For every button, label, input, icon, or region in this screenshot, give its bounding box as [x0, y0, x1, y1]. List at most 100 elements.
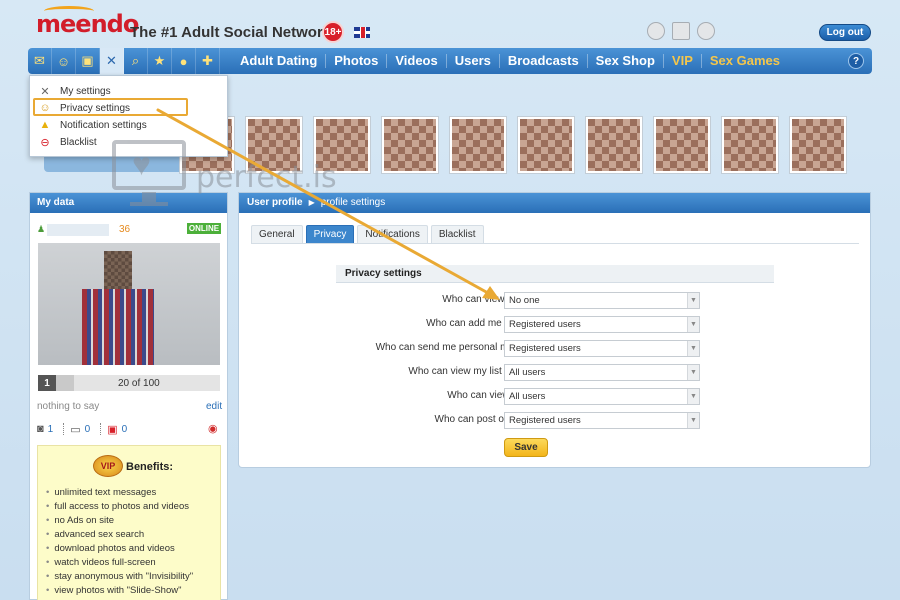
messages-select[interactable]: Registered users ▼: [504, 340, 700, 357]
users-icon[interactable]: ☺: [52, 48, 76, 74]
nav-link-videos[interactable]: Videos: [386, 54, 445, 68]
vip-benefits-box: VIP Benefits: unlimited text messages fu…: [37, 445, 221, 600]
dropdown-item-blacklist[interactable]: ⊖ Blacklist: [38, 134, 96, 150]
videos-count: 0: [84, 423, 91, 435]
gifts-count: 0: [121, 423, 128, 435]
user-thumbnail[interactable]: [382, 117, 438, 173]
stat-separator: [63, 423, 65, 435]
benefit-item: full access to photos and videos: [46, 500, 193, 514]
stat-separator: [100, 423, 102, 435]
nav-icon-group: ✉ ☺ ▣ ✕ ⌕ ★ ● ✚: [28, 48, 220, 74]
view-wall-select[interactable]: All users ▼: [504, 388, 700, 405]
blacklist-icon: ⊖: [40, 136, 50, 149]
user-thumbnail[interactable]: [450, 117, 506, 173]
user-thumbnail[interactable]: [518, 117, 574, 173]
watermark-text: perfect.is: [196, 160, 337, 195]
privacy-row-view-wall: Who can view my wall?: All users ▼: [299, 388, 700, 405]
select-value: Registered users: [509, 415, 581, 426]
nav-link-sex-shop[interactable]: Sex Shop: [586, 54, 663, 68]
friends-list-select[interactable]: All users ▼: [504, 364, 700, 381]
media-stats-row: ◙ 1 ▭ 0 ▣ 0: [37, 422, 221, 436]
benefits-list: unlimited text messages full access to p…: [46, 486, 193, 598]
uk-flag-icon[interactable]: [354, 27, 370, 38]
save-button[interactable]: Save: [504, 438, 548, 457]
heart-icon: ♥: [132, 146, 151, 182]
present-icon[interactable]: ✚: [196, 48, 220, 74]
benefit-item: unlimited text messages: [46, 486, 193, 500]
site-logo[interactable]: meendo: [36, 10, 139, 38]
skull-icon[interactable]: [647, 22, 665, 40]
post-wall-select[interactable]: Registered users ▼: [504, 412, 700, 429]
nav-link-users[interactable]: Users: [445, 54, 499, 68]
gift-icon[interactable]: ▣: [76, 48, 100, 74]
section-title: Privacy settings: [336, 265, 774, 283]
nav-link-broadcasts[interactable]: Broadcasts: [498, 54, 587, 68]
chevron-down-icon: ▼: [687, 341, 699, 356]
monitor-base: [130, 202, 168, 206]
profile-photo[interactable]: [38, 243, 220, 365]
privacy-row-messages: Who can send me personal messages?: Regi…: [299, 340, 700, 357]
tab-blacklist[interactable]: Blacklist: [430, 225, 484, 243]
user-thumbnail[interactable]: [586, 117, 642, 173]
chevron-down-icon: ▼: [687, 293, 699, 308]
chevron-down-icon: ▼: [687, 413, 699, 428]
dropdown-item-notification-settings[interactable]: ▲ Notification settings: [38, 117, 147, 133]
username-redacted: [47, 224, 109, 236]
star-icon[interactable]: ★: [148, 48, 172, 74]
privacy-row-view-page: Who can view my page?: No one ▼: [299, 292, 700, 309]
watermark: ♥ perfect.is: [112, 140, 342, 212]
search-icon[interactable]: ⌕: [124, 48, 148, 74]
benefit-item: advanced sex search: [46, 528, 193, 542]
dropdown-item-label: Notification settings: [60, 119, 147, 131]
nav-link-adult-dating[interactable]: Adult Dating: [232, 54, 325, 68]
select-value: All users: [509, 367, 546, 378]
view-page-select[interactable]: No one ▼: [504, 292, 700, 309]
tab-general[interactable]: General: [251, 225, 303, 243]
select-value: Registered users: [509, 343, 581, 354]
user-age: 36: [119, 224, 131, 235]
privacy-settings-highlight: [33, 98, 188, 116]
add-friends-select[interactable]: Registered users ▼: [504, 316, 700, 333]
photos-count: 1: [47, 423, 54, 435]
age-badge: 18+: [322, 21, 344, 43]
nav-link-vip[interactable]: VIP: [662, 54, 701, 68]
profile-progress-bar: 1 20 of 100: [38, 375, 220, 391]
settings-icon[interactable]: ✕: [100, 48, 124, 74]
user-thumbnail[interactable]: [654, 117, 710, 173]
user-thumbnail[interactable]: [722, 117, 778, 173]
videos-stat[interactable]: ▭ 0: [70, 423, 90, 436]
mail-icon[interactable]: ✉: [28, 48, 52, 74]
video-icon: ▭: [70, 423, 81, 436]
nav-link-photos[interactable]: Photos: [325, 54, 386, 68]
my-data-panel: My data ♟ 36 ONLINE 1 20 of 100 nothing …: [29, 192, 228, 600]
site-tagline: The #1 Adult Social Network: [130, 24, 332, 41]
vip-badge-icon: VIP: [93, 455, 123, 477]
progress-text: 20 of 100: [118, 378, 160, 389]
tab-notifications[interactable]: Notifications: [357, 225, 428, 243]
coins-icon[interactable]: ●: [172, 48, 196, 74]
user-icon: ♟: [37, 224, 46, 234]
photos-stat[interactable]: ◙ 1: [37, 423, 53, 435]
status-text: nothing to say: [37, 401, 100, 412]
edit-status-link[interactable]: edit: [206, 401, 222, 412]
help-icon[interactable]: ?: [848, 53, 864, 69]
select-value: Registered users: [509, 319, 581, 330]
benefit-item: no Ads on site: [46, 514, 193, 528]
settings-icon: ✕: [40, 85, 50, 98]
gifts-stat[interactable]: ▣ 0: [107, 423, 127, 436]
medal-icon[interactable]: [697, 22, 715, 40]
nav-link-sex-games[interactable]: Sex Games: [700, 54, 788, 68]
user-thumbnail[interactable]: [790, 117, 846, 173]
benefit-item: watch videos full-screen: [46, 556, 193, 570]
profile-settings-panel: User profile ▶ profile settings General …: [238, 192, 871, 468]
webcam-icon[interactable]: ◉: [208, 422, 218, 435]
privacy-row-post-wall: Who can post on my wall?: Registered use…: [299, 412, 700, 429]
chevron-down-icon: ▼: [687, 365, 699, 380]
privacy-row-friends-list: Who can view my list of friends?: All us…: [299, 364, 700, 381]
vip-benefits-title: Benefits:: [126, 461, 174, 473]
logout-button[interactable]: Log out: [819, 24, 871, 41]
select-value: All users: [509, 391, 546, 402]
tab-privacy[interactable]: Privacy: [305, 225, 355, 243]
dropdown-item-my-settings[interactable]: ✕ My settings: [38, 83, 110, 99]
crown-icon[interactable]: [672, 22, 690, 40]
